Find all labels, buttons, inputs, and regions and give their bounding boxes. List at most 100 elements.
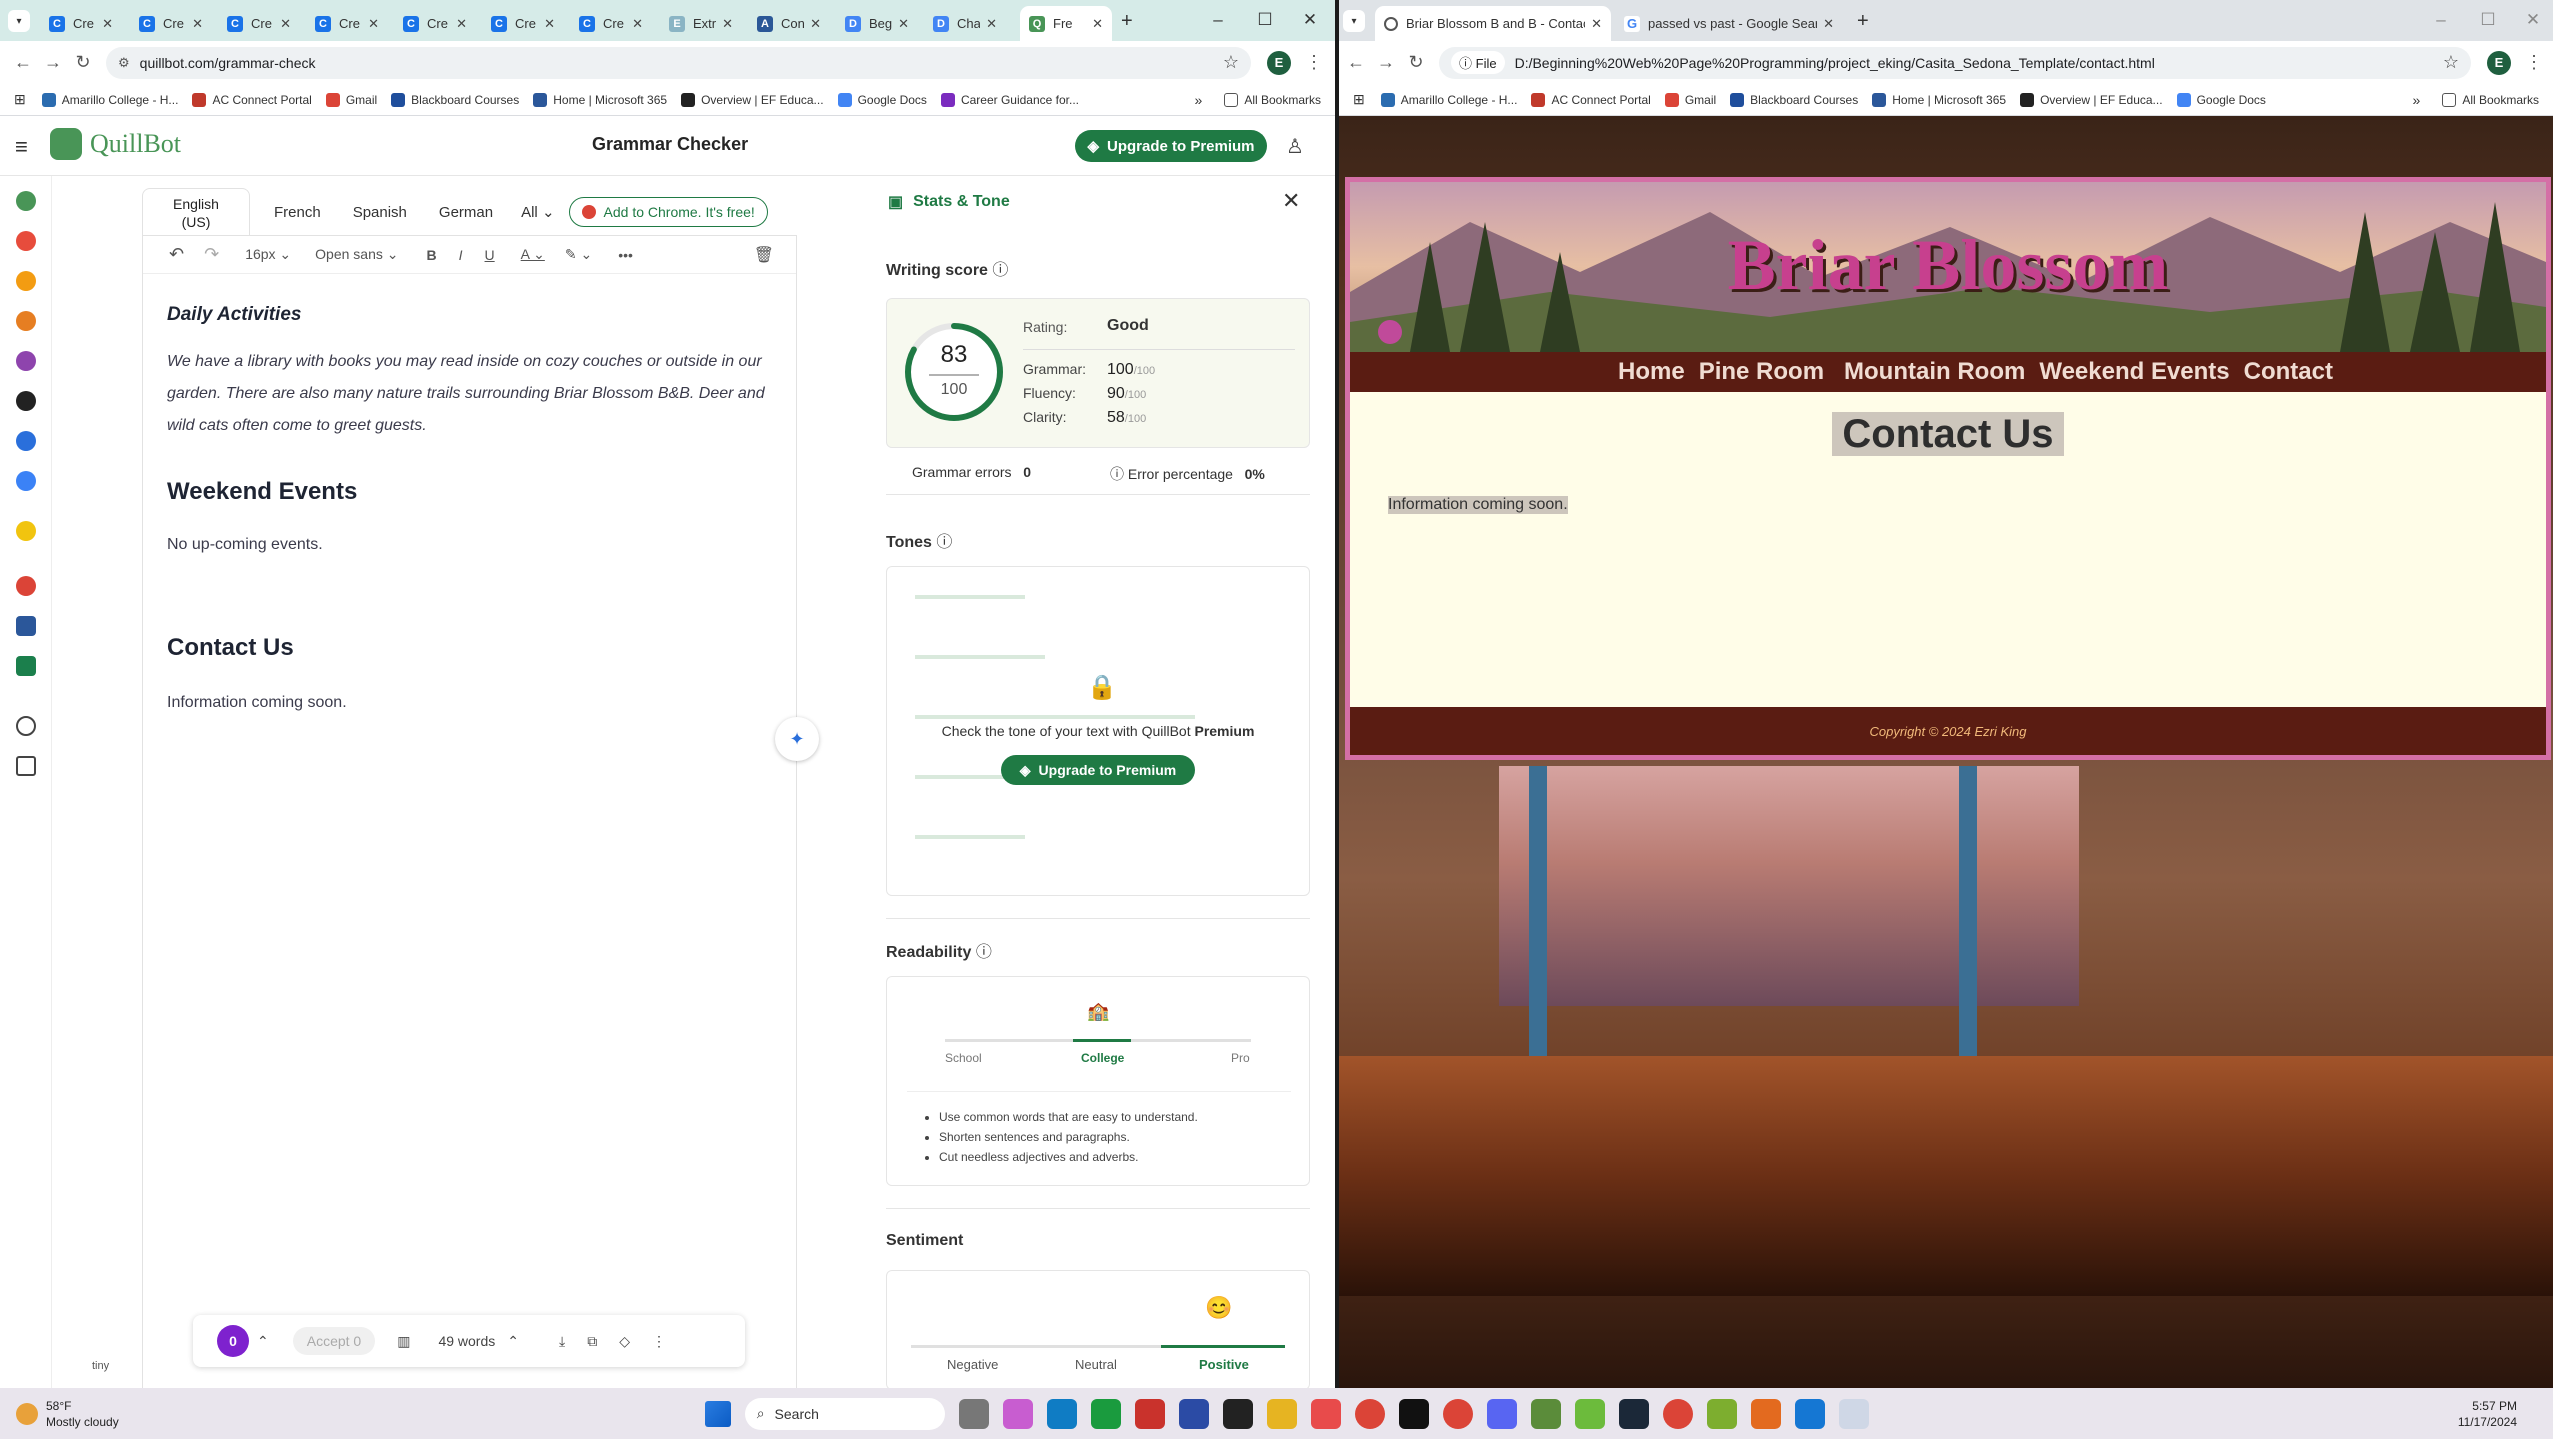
all-bookmarks[interactable]: All Bookmarks xyxy=(2442,92,2539,107)
editor-content[interactable]: Daily Activities We have a library with … xyxy=(143,274,796,712)
close-window-button[interactable]: ✕ xyxy=(1290,6,1330,34)
browser-tab[interactable]: C Cre ✕ xyxy=(306,6,388,41)
app-icon[interactable] xyxy=(1794,1398,1825,1429)
issues-count-badge[interactable]: 0 xyxy=(217,1325,249,1357)
redo-icon[interactable]: ↷ xyxy=(204,244,219,265)
reload-icon[interactable]: ↻ xyxy=(1401,52,1431,73)
maximize-button[interactable]: ☐ xyxy=(2468,6,2508,34)
info-icon[interactable]: ⓘ xyxy=(1110,466,1124,482)
bookmark-item[interactable]: Amarillo College - H... xyxy=(1380,92,1517,107)
tab-google-search[interactable]: G passed vs past - Google Search ✕ xyxy=(1615,6,1843,41)
app-icon[interactable] xyxy=(1398,1398,1429,1429)
bookmark-item[interactable]: Career Guidance for... xyxy=(940,92,1079,107)
close-tab-icon[interactable]: ✕ xyxy=(810,16,821,32)
profile-avatar[interactable]: E xyxy=(1267,50,1291,75)
minecraft-icon[interactable] xyxy=(1530,1398,1561,1429)
help-icon[interactable] xyxy=(16,716,36,736)
premium-diamond-icon[interactable]: ◇ xyxy=(619,1333,630,1350)
apps-icon[interactable]: ⊞ xyxy=(14,91,26,108)
maximize-button[interactable]: ☐ xyxy=(1245,6,1285,34)
text-color-icon[interactable]: A ⌄ xyxy=(521,246,545,263)
browser-tab[interactable]: C Cre ✕ xyxy=(570,6,652,41)
close-tab-icon[interactable]: ✕ xyxy=(544,16,555,32)
bookmark-item[interactable]: Google Docs xyxy=(2176,92,2266,107)
windows-start-icon[interactable] xyxy=(704,1400,731,1427)
file-chip[interactable]: ⓘ File xyxy=(1451,51,1505,74)
forward-icon[interactable]: → xyxy=(1371,52,1401,73)
ai-chat-icon[interactable] xyxy=(16,351,36,371)
premium-icon[interactable] xyxy=(16,521,36,541)
weather-widget[interactable]: 58°F Mostly cloudy xyxy=(16,1398,119,1430)
notepad-icon[interactable] xyxy=(1706,1398,1737,1429)
url-field[interactable]: ⚙ quillbot.com/grammar-check ☆ xyxy=(106,46,1251,79)
nav-pine-room[interactable]: Pine Room xyxy=(1699,358,1824,386)
bookmark-item[interactable]: Overview | EF Educa... xyxy=(681,92,824,107)
close-tab-icon[interactable]: ✕ xyxy=(898,16,909,32)
underline-icon[interactable]: U xyxy=(485,247,495,263)
more-vert-icon[interactable]: ⋮ xyxy=(652,1333,666,1350)
new-tab-button[interactable]: + xyxy=(1857,10,1869,33)
chrome-icon[interactable] xyxy=(1354,1398,1385,1429)
close-tab-icon[interactable]: ✕ xyxy=(1092,16,1103,32)
back-icon[interactable]: ← xyxy=(1341,52,1371,73)
tab-search-icon[interactable]: ▾ xyxy=(8,10,30,32)
all-bookmarks[interactable]: All Bookmarks xyxy=(1224,92,1321,107)
taskbar-search[interactable]: ⌕ Search xyxy=(744,1397,945,1430)
close-tab-icon[interactable]: ✕ xyxy=(1823,16,1834,32)
more-options-icon[interactable]: ••• xyxy=(618,247,633,263)
citation-icon[interactable] xyxy=(16,431,36,451)
app-icon[interactable] xyxy=(1838,1398,1869,1429)
tab-briar-blossom[interactable]: Briar Blossom B and B - Contact ✕ xyxy=(1375,6,1611,41)
accept-all-button[interactable]: Accept 0 xyxy=(292,1327,376,1355)
nav-mountain-room[interactable]: Mountain Room xyxy=(1844,358,2025,386)
more-bookmarks-icon[interactable]: » xyxy=(2413,92,2421,108)
browser-tab[interactable]: A Conten ✕ xyxy=(748,6,830,41)
bookmark-item[interactable]: AC Connect Portal xyxy=(1531,92,1651,107)
app-icon[interactable] xyxy=(1222,1398,1253,1429)
new-tab-button[interactable]: + xyxy=(1121,10,1133,33)
menu-icon[interactable]: ⋮ xyxy=(2519,52,2549,73)
nav-home[interactable]: Home xyxy=(1618,358,1685,386)
bookmark-item[interactable]: Home | Microsoft 365 xyxy=(1872,92,2006,107)
reload-icon[interactable]: ↻ xyxy=(68,52,98,73)
store-icon[interactable] xyxy=(1178,1398,1209,1429)
mail-icon[interactable] xyxy=(16,756,36,776)
tab-french[interactable]: French xyxy=(274,204,321,221)
ai-sparkle-button[interactable]: ✦ xyxy=(775,717,819,761)
plagiarism-icon[interactable] xyxy=(16,311,36,331)
font-family-select[interactable]: Open sans ⌄ xyxy=(315,246,398,263)
close-window-button[interactable]: ✕ xyxy=(2513,6,2553,34)
app-icon[interactable] xyxy=(1750,1398,1781,1429)
desktop-app-icon[interactable] xyxy=(16,656,36,676)
info-icon[interactable]: ⓘ xyxy=(936,534,952,551)
ai-detector-icon[interactable] xyxy=(16,271,36,291)
bookmark-item[interactable]: Home | Microsoft 365 xyxy=(533,92,667,107)
nav-weekend-events[interactable]: Weekend Events xyxy=(2039,358,2229,386)
close-tab-icon[interactable]: ✕ xyxy=(102,16,113,32)
text-editor[interactable]: ↶ ↷ 16px ⌄ Open sans ⌄ B I U A ⌄ ✎ ⌄ •••… xyxy=(142,235,797,1388)
chrome-icon[interactable] xyxy=(1662,1398,1693,1429)
close-tab-icon[interactable]: ✕ xyxy=(280,16,291,32)
tab-search-icon[interactable]: ▾ xyxy=(1343,10,1365,32)
summarizer-icon[interactable] xyxy=(16,471,36,491)
stats-icon[interactable]: ▥ xyxy=(397,1333,410,1350)
undo-icon[interactable]: ↶ xyxy=(169,244,184,265)
copy-icon[interactable]: ⧉ xyxy=(587,1333,597,1350)
bookmark-star-icon[interactable]: ☆ xyxy=(2443,52,2459,73)
paraphraser-icon[interactable] xyxy=(16,191,36,211)
opera-icon[interactable] xyxy=(1310,1398,1341,1429)
grammar-checker-icon[interactable] xyxy=(16,231,36,251)
hamburger-icon[interactable]: ≡ xyxy=(15,134,28,160)
close-tab-icon[interactable]: ✕ xyxy=(722,16,733,32)
quillbot-logo[interactable]: QuillBot xyxy=(50,128,181,160)
discord-icon[interactable] xyxy=(1486,1398,1517,1429)
xbox-icon[interactable] xyxy=(1090,1398,1121,1429)
chevron-up-icon[interactable]: ⌃ xyxy=(257,1333,269,1350)
bookmark-item[interactable]: Gmail xyxy=(1664,92,1716,107)
close-tab-icon[interactable]: ✕ xyxy=(632,16,643,32)
bookmark-item[interactable]: Gmail xyxy=(325,92,377,107)
browser-tab[interactable]: D Chapte ✕ xyxy=(924,6,1006,41)
close-panel-icon[interactable]: ✕ xyxy=(1282,188,1300,214)
steam-icon[interactable] xyxy=(1618,1398,1649,1429)
profile-avatar[interactable]: E xyxy=(2487,50,2511,75)
